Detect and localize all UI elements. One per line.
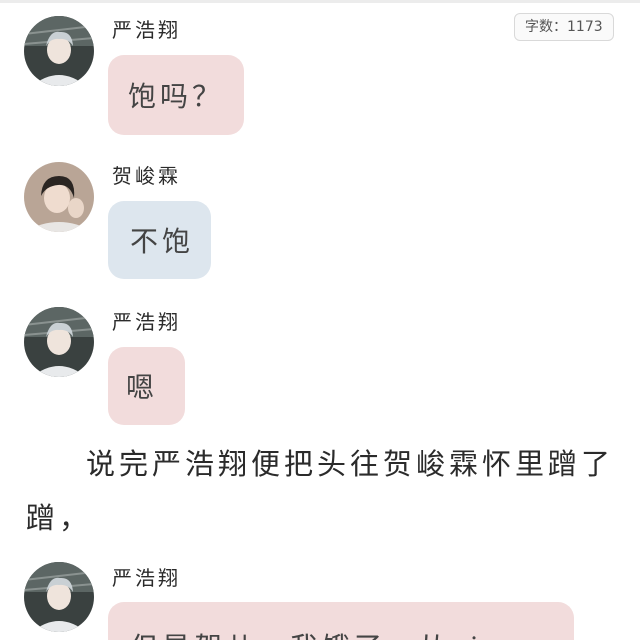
avatar-yan-haoxiang[interactable] <box>24 16 94 86</box>
speaker-name: 贺峻霖 <box>112 164 181 188</box>
person-avatar-icon <box>24 16 94 86</box>
top-divider <box>0 0 640 3</box>
message-bubble: 但是贺儿，我饿了，从xi zao <box>108 602 574 640</box>
message-text: 不饱 <box>130 225 195 258</box>
speaker-name: 严浩翔 <box>112 566 181 590</box>
avatar-he-junlin[interactable] <box>24 162 94 232</box>
speaker-name: 严浩翔 <box>112 18 181 42</box>
avatar-yan-haoxiang[interactable] <box>24 307 94 377</box>
message-bubble: 不饱 <box>108 201 211 279</box>
message-text: 嗯 <box>126 371 159 404</box>
person-avatar-icon <box>24 307 94 377</box>
word-count-badge: 字数：1173 <box>514 13 614 41</box>
person-avatar-icon <box>24 562 94 632</box>
chat-story-page: 字数：1173 严浩翔 饱吗？ 贺峻霖 不饱 严浩翔 嗯 说完严浩翔便把头往贺峻… <box>0 0 640 640</box>
message-bubble: 嗯 <box>108 347 185 425</box>
narration-paragraph: 说完严浩翔便把头往贺峻霖怀里蹭了蹭， <box>26 447 615 535</box>
message-text: 但是贺儿，我饿了，从xi zao <box>130 626 556 640</box>
message-text: 饱吗？ <box>128 80 225 113</box>
message-bubble: 饱吗？ <box>108 55 244 135</box>
person-avatar-icon <box>24 162 94 232</box>
avatar-yan-haoxiang[interactable] <box>24 562 94 632</box>
speaker-name: 严浩翔 <box>112 310 181 334</box>
